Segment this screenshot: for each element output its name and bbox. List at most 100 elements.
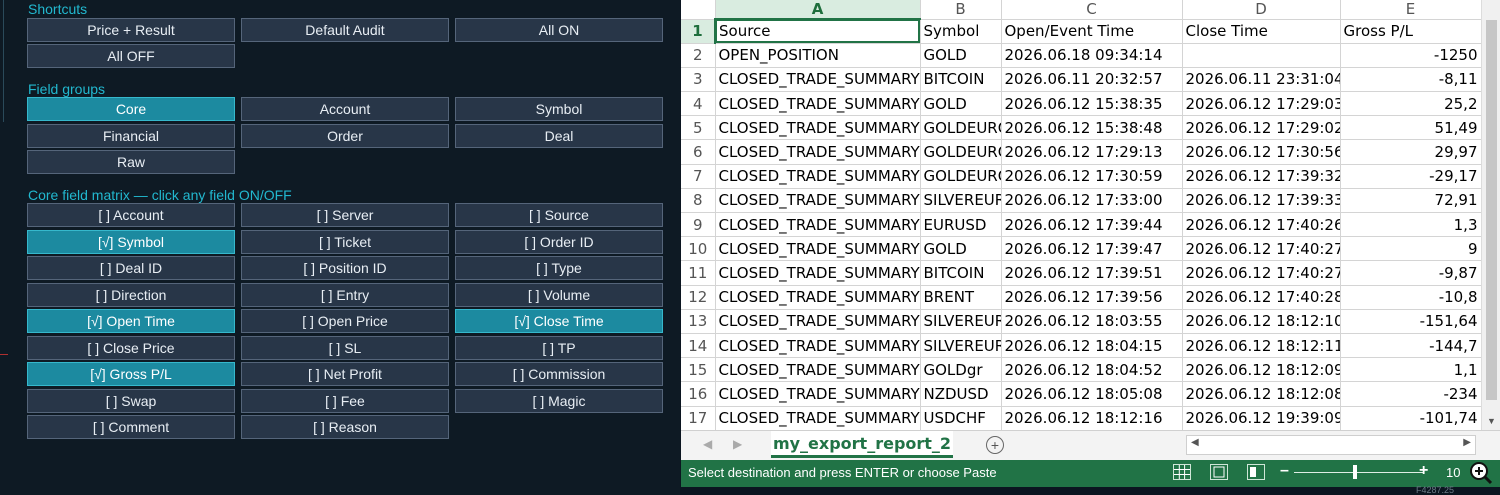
row-number[interactable]: 3	[681, 67, 716, 93]
cell[interactable]: 2026.06.11 20:32:57	[1001, 67, 1183, 93]
select-all-corner[interactable]	[681, 0, 716, 20]
add-sheet-icon[interactable]: +	[986, 436, 1004, 454]
field-toggle-volume[interactable]: [ ] Volume	[455, 282, 663, 307]
cell[interactable]: 2026.06.12 17:33:00	[1001, 188, 1183, 214]
header-cell[interactable]: Open/Event Time	[1001, 19, 1183, 44]
cell[interactable]: 2026.06.12 17:39:47	[1001, 236, 1183, 262]
cell[interactable]: CLOSED_TRADE_SUMMARY	[715, 115, 921, 141]
cell[interactable]: 29,97	[1340, 139, 1482, 165]
cell[interactable]: 2026.06.12 17:29:03	[1182, 91, 1341, 117]
field-toggle-ticket[interactable]: [ ] Ticket	[241, 229, 449, 254]
cell[interactable]: -9,87	[1340, 260, 1482, 286]
field-toggle-close-price[interactable]: [ ] Close Price	[27, 335, 235, 360]
cell[interactable]: 2026.06.18 09:34:14	[1001, 43, 1183, 68]
cell[interactable]: EURUSD	[920, 212, 1002, 238]
cell[interactable]: CLOSED_TRADE_SUMMARY	[715, 212, 921, 238]
cell[interactable]: 2026.06.12 18:04:15	[1001, 333, 1183, 359]
row-number[interactable]: 16	[681, 381, 716, 407]
cell[interactable]: CLOSED_TRADE_SUMMARY	[715, 188, 921, 214]
cell[interactable]: CLOSED_TRADE_SUMMARY	[715, 406, 921, 431]
row-number[interactable]: 6	[681, 139, 716, 165]
cell[interactable]: BRENT	[920, 285, 1002, 310]
header-cell[interactable]: Source	[715, 19, 921, 44]
cell[interactable]: 2026.06.12 17:29:02	[1182, 115, 1341, 141]
page-break-preview-icon[interactable]	[1247, 464, 1265, 480]
cell[interactable]: CLOSED_TRADE_SUMMARY	[715, 357, 921, 383]
cell[interactable]: -10,8	[1340, 285, 1482, 310]
header-cell[interactable]: Gross P/L	[1340, 19, 1482, 44]
cell[interactable]: 1,3	[1340, 212, 1482, 238]
group-deal-button[interactable]: Deal	[455, 123, 663, 148]
cell[interactable]: 25,2	[1340, 91, 1482, 117]
cell[interactable]: GOLD	[920, 43, 1002, 68]
cell[interactable]: GOLD	[920, 236, 1002, 262]
row-number[interactable]: 10	[681, 236, 716, 262]
sheet-tab-my-export-report-2[interactable]: my_export_report_2	[771, 431, 953, 458]
column-header-c[interactable]: C	[1001, 0, 1183, 20]
cell[interactable]: 2026.06.12 17:39:51	[1001, 260, 1183, 286]
cell[interactable]: 2026.06.12 17:40:26	[1182, 212, 1341, 238]
cell[interactable]: 2026.06.12 17:39:44	[1001, 212, 1183, 238]
column-header-e[interactable]: E	[1340, 0, 1482, 20]
cell[interactable]: GOLDgr	[920, 357, 1002, 383]
cell[interactable]: 2026.06.12 15:38:35	[1001, 91, 1183, 117]
field-toggle-entry[interactable]: [ ] Entry	[241, 282, 449, 307]
cell[interactable]: 2026.06.12 18:04:52	[1001, 357, 1183, 383]
shortcut-all-on-button[interactable]: All ON	[455, 18, 663, 42]
field-toggle-deal-id[interactable]: [ ] Deal ID	[27, 256, 235, 280]
cell[interactable]: CLOSED_TRADE_SUMMARY	[715, 139, 921, 165]
cell[interactable]: 1,1	[1340, 357, 1482, 383]
cell[interactable]: USDCHF	[920, 406, 1002, 431]
zoom-in-button[interactable]: +	[1419, 462, 1428, 480]
cell[interactable]: 2026.06.12 17:40:28	[1182, 285, 1341, 310]
row-number[interactable]: 17	[681, 406, 716, 431]
cell[interactable]: -1250	[1340, 43, 1482, 68]
shortcut-default-audit-button[interactable]: Default Audit	[241, 18, 449, 42]
field-toggle-direction[interactable]: [ ] Direction	[27, 282, 235, 307]
cell[interactable]: CLOSED_TRADE_SUMMARY	[715, 309, 921, 334]
cell[interactable]: 2026.06.12 18:12:09	[1182, 357, 1341, 383]
cell[interactable]: CLOSED_TRADE_SUMMARY	[715, 260, 921, 286]
cell[interactable]: 2026.06.12 17:40:27	[1182, 236, 1341, 262]
header-cell[interactable]: Close Time	[1182, 19, 1341, 44]
field-toggle-swap[interactable]: [ ] Swap	[27, 388, 235, 413]
cell[interactable]: OPEN_POSITION	[715, 43, 921, 68]
scroll-left-arrow-icon[interactable]: ◀	[1191, 437, 1199, 448]
scroll-right-arrow-icon[interactable]: ▶	[1463, 437, 1471, 448]
header-cell[interactable]: Symbol	[920, 19, 1002, 44]
cell[interactable]: 2026.06.12 17:29:13	[1001, 139, 1183, 165]
cell[interactable]: 51,49	[1340, 115, 1482, 141]
group-core-button[interactable]: Core	[27, 97, 235, 121]
normal-view-icon[interactable]	[1173, 464, 1191, 480]
column-header-b[interactable]: B	[920, 0, 1002, 20]
cell[interactable]: 2026.06.12 17:30:59	[1001, 164, 1183, 189]
cell[interactable]: 2026.06.12 17:39:56	[1001, 285, 1183, 310]
field-toggle-position-id[interactable]: [ ] Position ID	[241, 256, 449, 280]
group-account-button[interactable]: Account	[241, 97, 449, 121]
cell[interactable]: CLOSED_TRADE_SUMMARY	[715, 333, 921, 359]
column-header-a[interactable]: A	[715, 0, 921, 20]
field-toggle-net-profit[interactable]: [ ] Net Profit	[241, 362, 449, 386]
cell[interactable]: -101,74	[1340, 406, 1482, 431]
cell[interactable]: 2026.06.12 17:39:33	[1182, 188, 1341, 214]
cell[interactable]: -151,64	[1340, 309, 1482, 334]
field-toggle-close-time[interactable]: [√] Close Time	[455, 309, 663, 333]
group-raw-button[interactable]: Raw	[27, 150, 235, 174]
cell[interactable]: 72,91	[1340, 188, 1482, 214]
row-number[interactable]: 7	[681, 164, 716, 189]
field-toggle-magic[interactable]: [ ] Magic	[455, 388, 663, 413]
row-number[interactable]: 11	[681, 260, 716, 286]
field-toggle-open-time[interactable]: [√] Open Time	[27, 309, 235, 333]
vertical-scroll-thumb[interactable]	[1486, 20, 1497, 400]
cell[interactable]: BITCOIN	[920, 260, 1002, 286]
field-toggle-sl[interactable]: [ ] SL	[241, 335, 449, 360]
cell[interactable]: 2026.06.12 18:12:11	[1182, 333, 1341, 359]
cell[interactable]: BITCOIN	[920, 67, 1002, 93]
zoom-out-button[interactable]: –	[1280, 462, 1289, 480]
row-number[interactable]: 2	[681, 43, 716, 68]
magnifier-icon[interactable]	[1463, 460, 1497, 487]
group-symbol-button[interactable]: Symbol	[455, 97, 663, 121]
cell[interactable]: SILVEREUR	[920, 333, 1002, 359]
row-number[interactable]: 12	[681, 285, 716, 310]
field-toggle-fee[interactable]: [ ] Fee	[241, 388, 449, 413]
